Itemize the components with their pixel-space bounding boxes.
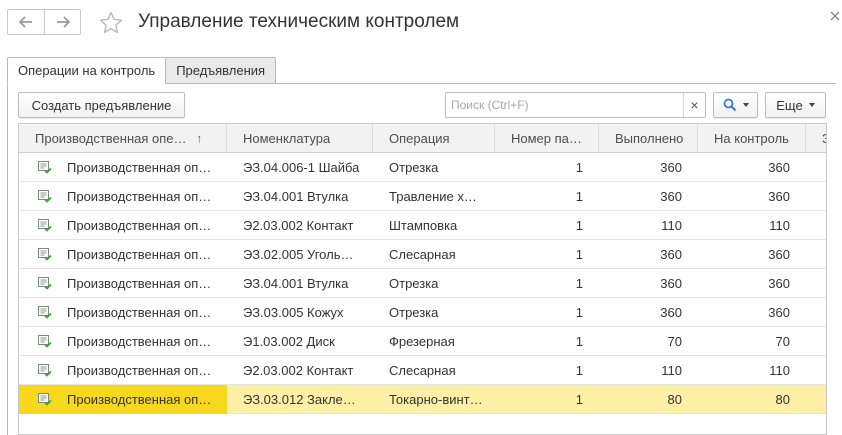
cell-production-operation: Производственная оп… (67, 363, 212, 378)
table-row[interactable]: Производственная оп… ЭЗ.04.001 Втулка Трав… (19, 182, 826, 211)
cell-batch-number: 1 (575, 276, 583, 291)
cell-for-control: 70 (775, 334, 790, 349)
cell-for-control: 110 (769, 363, 790, 378)
search-button[interactable] (713, 92, 758, 118)
cell-production-operation: Производственная оп… (67, 189, 212, 204)
tab-presentations[interactable]: Предъявления (166, 57, 277, 84)
table-row[interactable]: Производственная оп… Э2.03.002 Контакт Шта… (19, 211, 826, 240)
cell-completed: 360 (660, 160, 682, 175)
cell-batch-number: 1 (575, 189, 583, 204)
cell-operation: Токарно-винт… (389, 392, 483, 407)
search-input[interactable] (446, 93, 683, 117)
cell-completed: 110 (661, 363, 682, 378)
cell-batch-number: 1 (575, 218, 583, 233)
sort-ascending-icon: ↑ (196, 132, 203, 145)
cell-operation: Слесарная (389, 363, 456, 378)
cell-production-operation: Производственная оп… (67, 334, 212, 349)
more-button-label: Еще (776, 97, 803, 113)
cell-nomenclature: ЭЗ.02.005 Уголь… (243, 247, 354, 262)
cell-production-operation: Производственная оп… (67, 247, 212, 262)
star-icon[interactable] (98, 10, 124, 36)
cell-batch-number: 1 (575, 363, 583, 378)
back-button[interactable] (8, 10, 44, 34)
cell-nomenclature: Э1.03.002 Диск (243, 334, 335, 349)
table-row[interactable]: Производственная оп… Э2.03.002 Контакт Сле… (19, 356, 826, 385)
table-row[interactable]: Производственная оп… ЭЗ.04.001 Втулка Отре… (19, 269, 826, 298)
column-header-completed[interactable]: Выполнено (599, 124, 698, 153)
cell-for-control: 360 (768, 305, 790, 320)
cell-batch-number: 1 (575, 305, 583, 320)
column-header-nomenclature[interactable]: Номенклатура (227, 124, 373, 153)
cell-production-operation: Производственная оп… (67, 218, 212, 233)
column-header-batch-number[interactable]: Номер па… (495, 124, 599, 153)
cell-operation: Фрезерная (389, 334, 455, 349)
column-header-operation[interactable]: Операция (373, 124, 495, 153)
chevron-down-icon (808, 103, 815, 107)
cell-batch-number: 1 (575, 247, 583, 262)
operations-table: Производственная опе… ↑ Номенклатура Опе… (18, 123, 827, 435)
cell-operation: Отрезка (389, 160, 439, 175)
search-field: × (445, 92, 706, 118)
page-title: Управление техническим контролем (138, 11, 460, 32)
close-icon: × (690, 97, 699, 113)
cell-for-control: 360 (768, 276, 790, 291)
cell-operation: Травление х… (389, 189, 477, 204)
cell-operation: Отрезка (389, 276, 439, 291)
cell-for-control: 360 (768, 189, 790, 204)
clear-search-button[interactable]: × (683, 93, 705, 117)
cell-completed: 360 (660, 189, 682, 204)
column-header-for-control[interactable]: На контроль (698, 124, 806, 153)
cell-nomenclature: Э2.03.002 Контакт (243, 363, 354, 378)
cell-operation: Слесарная (389, 247, 456, 262)
tab-operations-control[interactable]: Операции на контроль (7, 57, 167, 84)
search-icon (723, 98, 736, 112)
cell-nomenclature: ЭЗ.04.001 Втулка (243, 276, 349, 291)
table-row[interactable]: Производственная оп… ЭЗ.04.006-1 Шайба Отр… (19, 153, 826, 182)
cell-for-control: 80 (775, 392, 790, 407)
cell-batch-number: 1 (575, 160, 583, 175)
table-row[interactable]: Производственная оп… ЭЗ.02.005 Уголь… Слес… (19, 240, 826, 269)
arrow-right-icon (56, 16, 70, 28)
cell-nomenclature: ЭЗ.04.001 Втулка (243, 189, 349, 204)
cell-nomenclature: ЭЗ.03.005 Кожух (243, 305, 344, 320)
column-header-extra[interactable]: З (806, 124, 826, 153)
tab-bar: Операции на контроль Предъявления (7, 57, 277, 84)
column-header-production-operation[interactable]: Производственная опе… ↑ (19, 124, 227, 153)
document-check-icon (38, 393, 52, 406)
table-row[interactable]: Производственная оп… ЭЗ.03.012 Закле… Тока… (19, 385, 826, 414)
create-presentation-button[interactable]: Создать предъявление (18, 92, 185, 118)
cell-batch-number: 1 (575, 392, 583, 407)
table-row[interactable]: Производственная оп… Э1.03.002 Диск Фрезер… (19, 327, 826, 356)
cell-operation: Отрезка (389, 305, 439, 320)
close-icon[interactable] (829, 10, 841, 22)
arrow-left-icon (19, 16, 32, 28)
cell-completed: 360 (660, 276, 682, 291)
more-button[interactable]: Еще (765, 92, 826, 118)
table-row[interactable]: Производственная оп… ЭЗ.03.005 Кожух Отрез… (19, 298, 826, 327)
chevron-down-icon (742, 103, 749, 107)
cell-completed: 80 (667, 392, 682, 407)
cell-completed: 360 (660, 305, 682, 320)
cell-batch-number: 1 (575, 334, 583, 349)
cell-for-control: 110 (769, 218, 790, 233)
cell-production-operation: Производственная оп… (67, 160, 212, 175)
table-header: Производственная опе… ↑ Номенклатура Опе… (19, 124, 826, 153)
cell-for-control: 360 (768, 160, 790, 175)
cell-nomenclature: ЭЗ.04.006-1 Шайба (243, 160, 360, 175)
navigation-buttons (7, 9, 81, 35)
cell-for-control: 360 (768, 247, 790, 262)
cell-completed: 360 (660, 247, 682, 262)
cell-production-operation: Производственная оп… (67, 305, 212, 320)
cell-production-operation: Производственная оп… (67, 276, 212, 291)
cell-completed: 110 (661, 218, 682, 233)
forward-button[interactable] (44, 10, 80, 34)
cell-nomenclature: Э2.03.002 Контакт (243, 218, 354, 233)
cell-operation: Штамповка (389, 218, 458, 233)
cell-nomenclature: ЭЗ.03.012 Закле… (243, 392, 356, 407)
cell-completed: 70 (667, 334, 682, 349)
